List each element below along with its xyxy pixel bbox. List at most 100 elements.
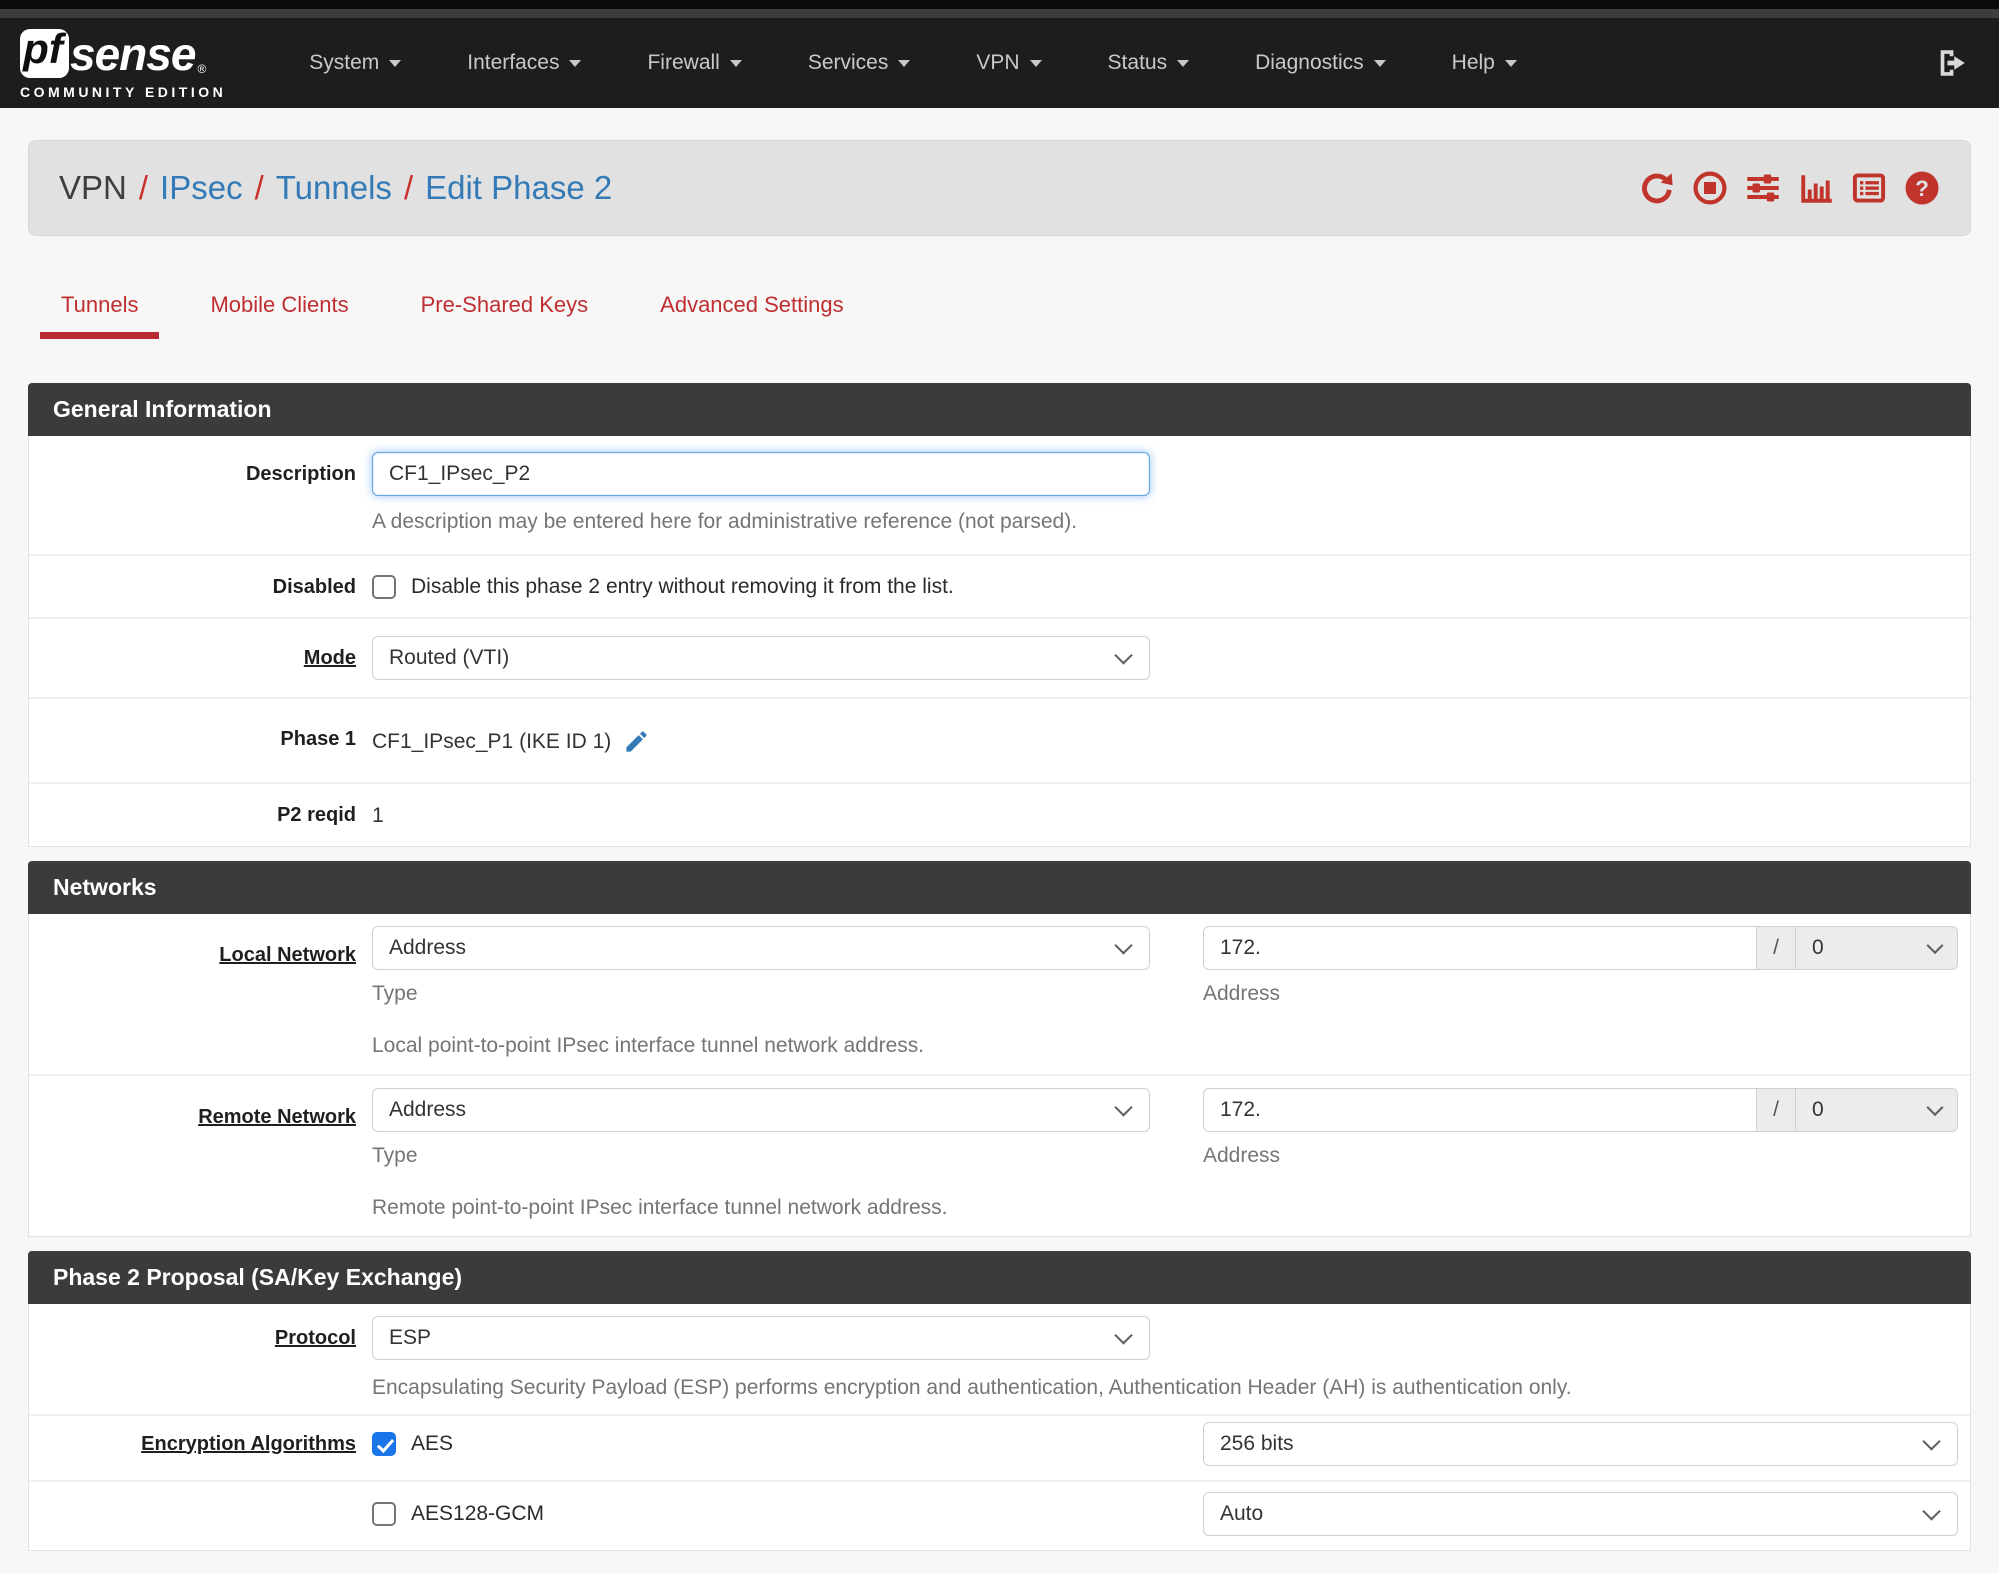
svg-text:?: ?: [1915, 176, 1929, 201]
nav-item-firewall[interactable]: Firewall: [614, 51, 774, 75]
chevron-down-icon: [1504, 59, 1517, 67]
local-network-label[interactable]: Local Network: [29, 926, 372, 1058]
remote-network-label[interactable]: Remote Network: [29, 1088, 372, 1220]
nav-item-label: Interfaces: [467, 51, 560, 74]
form-row-local-network: Local Network Address Type Local point-t…: [29, 914, 1970, 1074]
breadcrumb-separator: /: [138, 169, 149, 206]
prefix-separator: /: [1756, 926, 1796, 970]
remote-network-address-input[interactable]: [1203, 1088, 1756, 1132]
protocol-label[interactable]: Protocol: [29, 1316, 372, 1400]
bar-chart-icon[interactable]: [1798, 170, 1834, 206]
phase1-value: CF1_IPsec_P1 (IKE ID 1): [372, 729, 612, 753]
form-row-protocol: Protocol ESP Encapsulating Security Payl…: [29, 1304, 1970, 1414]
description-input[interactable]: [372, 452, 1150, 496]
p2reqid-value: 1: [372, 804, 384, 827]
nav-item-vpn[interactable]: VPN: [943, 51, 1074, 75]
stop-circle-icon[interactable]: [1692, 170, 1728, 206]
panel-phase2-proposal: Phase 2 Proposal (SA/Key Exchange) Proto…: [28, 1251, 1971, 1551]
breadcrumb-link-ipsec[interactable]: IPsec: [160, 169, 243, 206]
tab-tunnels[interactable]: Tunnels: [40, 292, 160, 339]
remote-network-prefix-select[interactable]: 0: [1796, 1088, 1958, 1132]
local-network-type-value: Address: [389, 936, 467, 959]
protocol-help-text: Encapsulating Security Payload (ESP) per…: [372, 1376, 1572, 1399]
disabled-checkbox-label: Disable this phase 2 entry without remov…: [411, 574, 954, 598]
aes128gcm-keylen-value: Auto: [1220, 1502, 1264, 1525]
logo-registered-mark: ®: [197, 61, 207, 76]
protocol-select[interactable]: ESP: [372, 1316, 1150, 1360]
disabled-label: Disabled: [272, 576, 356, 598]
chevron-down-icon: [389, 59, 402, 67]
local-network-type-select[interactable]: Address: [372, 926, 1150, 970]
nav-item-system[interactable]: System: [276, 51, 434, 75]
protocol-select-value: ESP: [389, 1326, 432, 1349]
form-row-encryption-aes: Encryption Algorithms AES 256 bits: [29, 1414, 1970, 1480]
window-top-strip: [0, 0, 1999, 9]
description-label: Description: [245, 463, 356, 485]
navbar-menu: System Interfaces Firewall Services VPN …: [276, 51, 1550, 75]
aes-keylen-value: 256 bits: [1220, 1432, 1294, 1455]
mode-select[interactable]: Routed (VTI): [372, 636, 1150, 680]
form-row-phase1: Phase 1 CF1_IPsec_P1 (IKE ID 1): [29, 697, 1970, 782]
sign-out-icon[interactable]: [1935, 46, 1969, 80]
aes-keylen-select[interactable]: 256 bits: [1203, 1422, 1958, 1466]
sliders-icon[interactable]: [1745, 170, 1781, 206]
breadcrumb-current: VPN: [59, 169, 127, 206]
window-sub-strip: [0, 9, 1999, 18]
p2reqid-label: P2 reqid: [277, 804, 356, 826]
local-network-prefix-select[interactable]: 0: [1796, 926, 1958, 970]
remote-network-type-select[interactable]: Address: [372, 1088, 1150, 1132]
nav-item-interfaces[interactable]: Interfaces: [434, 51, 614, 75]
tab-pre-shared-keys[interactable]: Pre-Shared Keys: [400, 292, 610, 339]
form-row-p2reqid: P2 reqid 1: [29, 782, 1970, 846]
local-network-address-sublabel: Address: [1203, 982, 1281, 1005]
breadcrumb-link-edit-phase2[interactable]: Edit Phase 2: [425, 169, 612, 206]
nav-item-label: System: [309, 51, 380, 74]
nav-item-services[interactable]: Services: [775, 51, 944, 75]
encryption-algorithms-label[interactable]: Encryption Algorithms: [29, 1433, 372, 1456]
breadcrumb-separator: /: [403, 169, 414, 206]
remote-network-type-value: Address: [389, 1098, 467, 1121]
phase1-label: Phase 1: [280, 728, 356, 750]
nav-item-label: VPN: [976, 51, 1020, 74]
nav-item-help[interactable]: Help: [1419, 51, 1550, 75]
logo-sense-text: sense: [70, 27, 196, 80]
aes128gcm-checkbox-label: AES128-GCM: [411, 1502, 545, 1525]
aes-checkbox-label: AES: [411, 1432, 454, 1455]
nav-item-status[interactable]: Status: [1075, 51, 1223, 75]
tab-advanced-settings[interactable]: Advanced Settings: [639, 292, 864, 339]
disabled-checkbox[interactable]: [372, 574, 396, 599]
breadcrumb-separator: /: [254, 169, 264, 206]
logo-pf-badge: pf: [20, 28, 69, 78]
panel-title: General Information: [28, 383, 1971, 436]
prefix-separator: /: [1756, 1088, 1796, 1132]
breadcrumb-action-icons: ?: [1639, 170, 1940, 206]
top-navbar: pf sense ® COMMUNITY EDITION System Inte…: [0, 18, 1999, 108]
list-log-icon[interactable]: [1851, 170, 1887, 206]
panel-networks: Networks Local Network Address Type Loca…: [28, 861, 1971, 1237]
tab-bar: Tunnels Mobile Clients Pre-Shared Keys A…: [28, 292, 1971, 339]
nav-item-label: Help: [1451, 51, 1495, 74]
chevron-down-icon: [1177, 59, 1190, 67]
remote-network-address-sublabel: Address: [1203, 1144, 1281, 1167]
aes-checkbox[interactable]: [372, 1432, 396, 1456]
tab-mobile-clients[interactable]: Mobile Clients: [189, 292, 369, 339]
nav-item-label: Services: [807, 51, 889, 74]
chevron-down-icon: [898, 59, 911, 67]
nav-item-diagnostics[interactable]: Diagnostics: [1222, 51, 1419, 75]
aes128gcm-checkbox[interactable]: [372, 1502, 396, 1526]
local-network-address-input[interactable]: [1203, 926, 1756, 970]
remote-network-help-text: Remote point-to-point IPsec interface tu…: [372, 1196, 948, 1219]
form-row-encryption-aes128gcm: AES128-GCM Auto: [29, 1480, 1970, 1550]
form-row-disabled: Disabled Disable this phase 2 entry with…: [29, 554, 1970, 617]
form-row-description: Description A description may be entered…: [29, 436, 1970, 554]
aes128gcm-keylen-select[interactable]: Auto: [1203, 1492, 1958, 1536]
pfsense-logo[interactable]: pf sense ® COMMUNITY EDITION: [20, 27, 226, 100]
chevron-down-icon: [1373, 59, 1386, 67]
form-row-remote-network: Remote Network Address Type Remote point…: [29, 1074, 1970, 1236]
breadcrumb-link-tunnels[interactable]: Tunnels: [276, 169, 392, 206]
mode-label[interactable]: Mode: [29, 636, 372, 680]
help-icon[interactable]: ?: [1904, 170, 1940, 206]
edit-pencil-icon[interactable]: [623, 728, 650, 755]
breadcrumb: VPN / IPsec / Tunnels / Edit Phase 2: [59, 169, 612, 207]
refresh-icon[interactable]: [1639, 170, 1675, 206]
